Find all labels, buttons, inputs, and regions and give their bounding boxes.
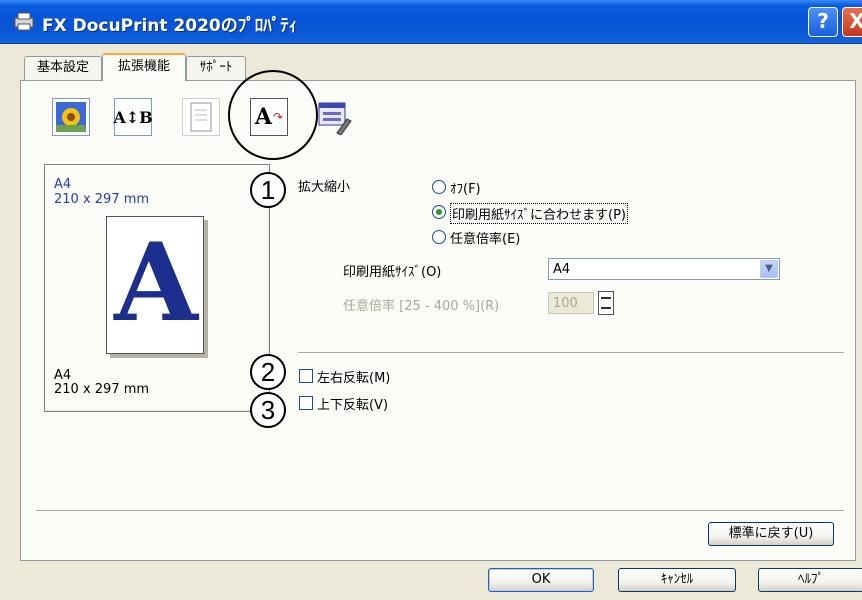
preview-source-dims: 210 x 297 mm xyxy=(54,382,150,397)
tab-extended-features[interactable]: 拡張機能 xyxy=(102,53,186,81)
watermark-icon[interactable] xyxy=(52,98,90,136)
radio-off-label[interactable]: ｵﾌ(F) xyxy=(450,178,481,197)
cancel-button[interactable]: ｷｬﾝｾﾙ xyxy=(618,568,736,592)
preview-source-size: A4 xyxy=(54,368,72,383)
restore-defaults-button[interactable]: 標準に戻す(U) xyxy=(708,522,834,546)
paper-size-value: A4 xyxy=(553,262,571,277)
callout-badge-3: 3 xyxy=(250,392,286,428)
radio-off[interactable] xyxy=(432,180,446,194)
ab-layout-label: A↕B xyxy=(113,107,153,127)
radio-custom-scale[interactable] xyxy=(432,230,446,244)
preview-letter: A xyxy=(114,220,198,346)
paper-size-select[interactable]: A4 ▼ xyxy=(548,258,780,280)
scaling-label: 拡大縮小 xyxy=(298,180,351,195)
chevron-down-icon[interactable]: ▼ xyxy=(760,260,778,278)
selection-highlight-circle xyxy=(228,70,318,160)
custom-scale-spinner[interactable] xyxy=(598,291,614,315)
flip-label[interactable]: 上下反転(V) xyxy=(317,394,388,413)
flip-checkbox[interactable] xyxy=(299,396,313,410)
callout-badge-2: 2 xyxy=(250,354,286,390)
tab-support[interactable]: ｻﾎﾟｰﾄ xyxy=(186,56,246,80)
copy-icon[interactable] xyxy=(182,98,220,136)
preview-output-dims: 210 x 297 mm xyxy=(54,192,150,207)
radio-custom-scale-label[interactable]: 任意倍率(E) xyxy=(450,228,520,247)
custom-scale-input[interactable]: 100 xyxy=(548,292,594,314)
radio-fit-to-paper-label[interactable]: 印刷用紙ｻｲｽﾞに合わせます(P) xyxy=(450,203,628,224)
preview-output-size: A4 xyxy=(54,177,72,192)
title-bar[interactable]: FX DocuPrint 2020のﾌﾟﾛﾊﾟﾃｨ ? X xyxy=(0,0,862,44)
section-divider xyxy=(298,352,844,354)
custom-scale-label: 任意倍率 [25 - 400 %](R) xyxy=(343,299,500,314)
help-title-button[interactable]: ? xyxy=(808,7,838,37)
ab-layout-icon[interactable]: A↕B xyxy=(113,98,153,136)
mirror-checkbox[interactable] xyxy=(299,369,313,383)
bottom-divider xyxy=(36,510,844,512)
preview-paper: A xyxy=(106,216,204,354)
ok-button[interactable]: OK xyxy=(488,568,594,592)
paper-size-label: 印刷用紙ｻｲｽﾞ(O) xyxy=(343,265,442,280)
callout-badge-1: 1 xyxy=(250,172,286,208)
settings-icon[interactable] xyxy=(316,98,354,136)
help-button[interactable]: ﾍﾙﾌﾟ xyxy=(758,568,862,592)
radio-fit-to-paper[interactable] xyxy=(432,205,446,219)
tab-basic-settings[interactable]: 基本設定 xyxy=(24,56,102,80)
printer-icon xyxy=(14,12,34,31)
properties-window: FX DocuPrint 2020のﾌﾟﾛﾊﾟﾃｨ ? X 基本設定 拡張機能 … xyxy=(0,0,862,600)
mirror-label[interactable]: 左右反転(M) xyxy=(317,367,390,386)
window-title: FX DocuPrint 2020のﾌﾟﾛﾊﾟﾃｨ xyxy=(42,16,298,36)
close-button[interactable]: X xyxy=(842,7,862,37)
